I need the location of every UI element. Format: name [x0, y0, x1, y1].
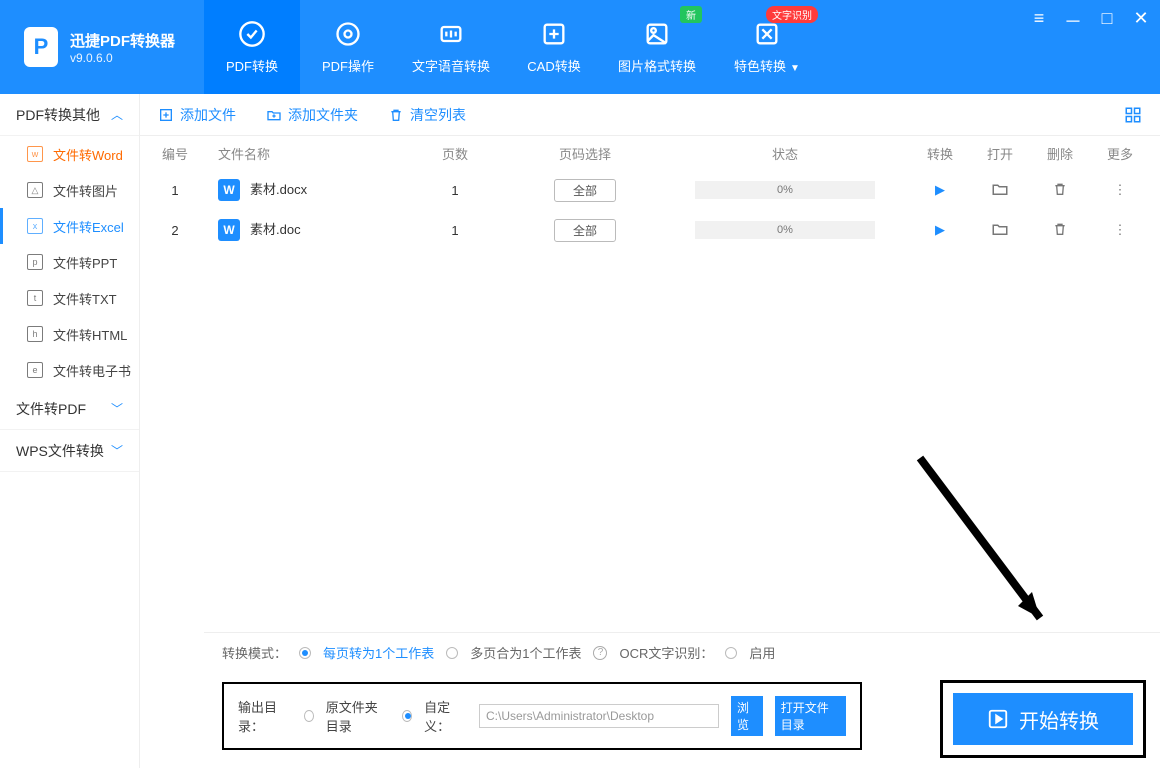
audio-icon	[437, 20, 465, 48]
word-file-icon: W	[218, 219, 240, 241]
grid-view-icon[interactable]	[1124, 106, 1142, 127]
gear-icon	[334, 20, 362, 48]
app-logo-icon: P	[24, 27, 58, 67]
cad-icon	[540, 20, 568, 48]
table-row: 2 W素材.doc 1 全部 0% ▶ ⋮	[140, 210, 1160, 250]
file-toolbar: 添加文件 添加文件夹 清空列表	[140, 94, 1160, 136]
menu-icon[interactable]: ≡	[1030, 8, 1048, 34]
maximize-icon[interactable]: □	[1098, 8, 1116, 34]
sidebar-item-excel[interactable]: x文件转Excel	[0, 208, 139, 244]
close-icon[interactable]: ✕	[1132, 8, 1150, 34]
sidebar-item-ppt[interactable]: p文件转PPT	[0, 244, 139, 280]
add-folder-button[interactable]: 添加文件夹	[266, 105, 358, 125]
badge-ocr: 文字识别	[766, 6, 818, 23]
image-icon	[643, 20, 671, 48]
sidebar-item-image[interactable]: △文件转图片	[0, 172, 139, 208]
play-icon[interactable]: ▶	[910, 222, 970, 238]
tab-cad-convert[interactable]: CAD转换	[506, 0, 602, 94]
annotation-arrow-icon	[910, 448, 1070, 648]
page-select-button[interactable]: 全部	[554, 219, 616, 242]
folder-open-icon[interactable]	[970, 180, 1030, 201]
page-select-button[interactable]: 全部	[554, 179, 616, 202]
sidebar-item-txt[interactable]: t文件转TXT	[0, 280, 139, 316]
output-dir-block: 输出目录： 原文件夹目录 自定义： 浏览 打开文件目录	[222, 682, 862, 750]
file-icon: △	[27, 182, 43, 198]
start-highlight-box: 开始转换	[940, 680, 1146, 758]
sidebar-group-to-pdf[interactable]: 文件转PDF﹀	[0, 388, 139, 430]
chevron-down-icon: ﹀	[111, 442, 123, 459]
window-controls: ≡ － □ ✕	[1030, 8, 1150, 34]
sidebar-item-word[interactable]: w文件转Word	[0, 136, 139, 172]
radio-ocr-enable[interactable]	[725, 647, 737, 659]
logo-block: P 迅捷PDF转换器 v9.0.6.0	[0, 0, 204, 94]
table-header: 编号 文件名称 页数 页码选择 状态 转换 打开 删除 更多	[140, 136, 1160, 170]
add-file-button[interactable]: 添加文件	[158, 105, 236, 125]
output-path-input[interactable]	[479, 704, 719, 728]
folder-open-icon[interactable]	[970, 220, 1030, 241]
plus-file-icon	[158, 107, 174, 123]
app-title: 迅捷PDF转换器	[70, 30, 175, 51]
sidebar-item-html[interactable]: h文件转HTML	[0, 316, 139, 352]
sidebar-group-wps[interactable]: WPS文件转换﹀	[0, 430, 139, 472]
file-icon: p	[27, 254, 43, 270]
tab-pdf-operate[interactable]: PDF操作	[300, 0, 396, 94]
delete-icon[interactable]	[1030, 221, 1090, 240]
sidebar: PDF转换其他︿ w文件转Word △文件转图片 x文件转Excel p文件转P…	[0, 94, 140, 768]
progress-bar: 0%	[695, 181, 875, 199]
plus-folder-icon	[266, 107, 282, 123]
word-file-icon: W	[218, 179, 240, 201]
minimize-icon[interactable]: －	[1064, 8, 1082, 34]
trash-icon	[388, 107, 404, 123]
tab-image-convert[interactable]: 新 图片格式转换	[602, 0, 712, 94]
file-icon: w	[27, 146, 43, 162]
file-name: 素材.doc	[250, 222, 301, 237]
sidebar-item-ebook[interactable]: e文件转电子书	[0, 352, 139, 388]
convert-icon	[238, 20, 266, 48]
radio-each-page[interactable]	[299, 647, 311, 659]
file-icon: h	[27, 326, 43, 342]
more-icon[interactable]: ⋮	[1090, 182, 1150, 198]
main-tabs: PDF转换 PDF操作 文字语音转换 CAD转换 新 图片格式转换 文字识别 特…	[204, 0, 822, 94]
help-icon[interactable]: ?	[593, 646, 607, 660]
special-icon	[753, 20, 781, 48]
progress-bar: 0%	[695, 221, 875, 239]
file-icon: x	[27, 218, 43, 234]
chevron-up-icon: ︿	[111, 106, 123, 123]
file-icon: e	[27, 362, 43, 378]
chevron-down-icon: ﹀	[111, 400, 123, 417]
clear-list-button[interactable]: 清空列表	[388, 105, 466, 125]
sidebar-group-pdf-other[interactable]: PDF转换其他︿	[0, 94, 139, 136]
more-icon[interactable]: ⋮	[1090, 222, 1150, 238]
titlebar: P 迅捷PDF转换器 v9.0.6.0 PDF转换 PDF操作 文字语音转换 C…	[0, 0, 1160, 94]
badge-new: 新	[680, 6, 702, 23]
radio-custom-dir[interactable]	[402, 710, 412, 722]
app-version: v9.0.6.0	[70, 51, 175, 65]
file-icon: t	[27, 290, 43, 306]
table-row: 1 W素材.docx 1 全部 0% ▶ ⋮	[140, 170, 1160, 210]
play-circle-icon	[987, 708, 1009, 730]
radio-source-dir[interactable]	[304, 710, 314, 722]
play-icon[interactable]: ▶	[910, 182, 970, 198]
radio-merge-pages[interactable]	[446, 647, 458, 659]
file-name: 素材.docx	[250, 182, 307, 197]
tab-pdf-convert[interactable]: PDF转换	[204, 0, 300, 94]
open-dir-button[interactable]: 打开文件目录	[775, 696, 846, 736]
browse-button[interactable]: 浏览	[731, 696, 763, 736]
delete-icon[interactable]	[1030, 181, 1090, 200]
tab-special-convert[interactable]: 文字识别 特色转换▼	[712, 0, 822, 94]
start-convert-button[interactable]: 开始转换	[953, 693, 1133, 745]
tab-text-voice[interactable]: 文字语音转换	[396, 0, 506, 94]
